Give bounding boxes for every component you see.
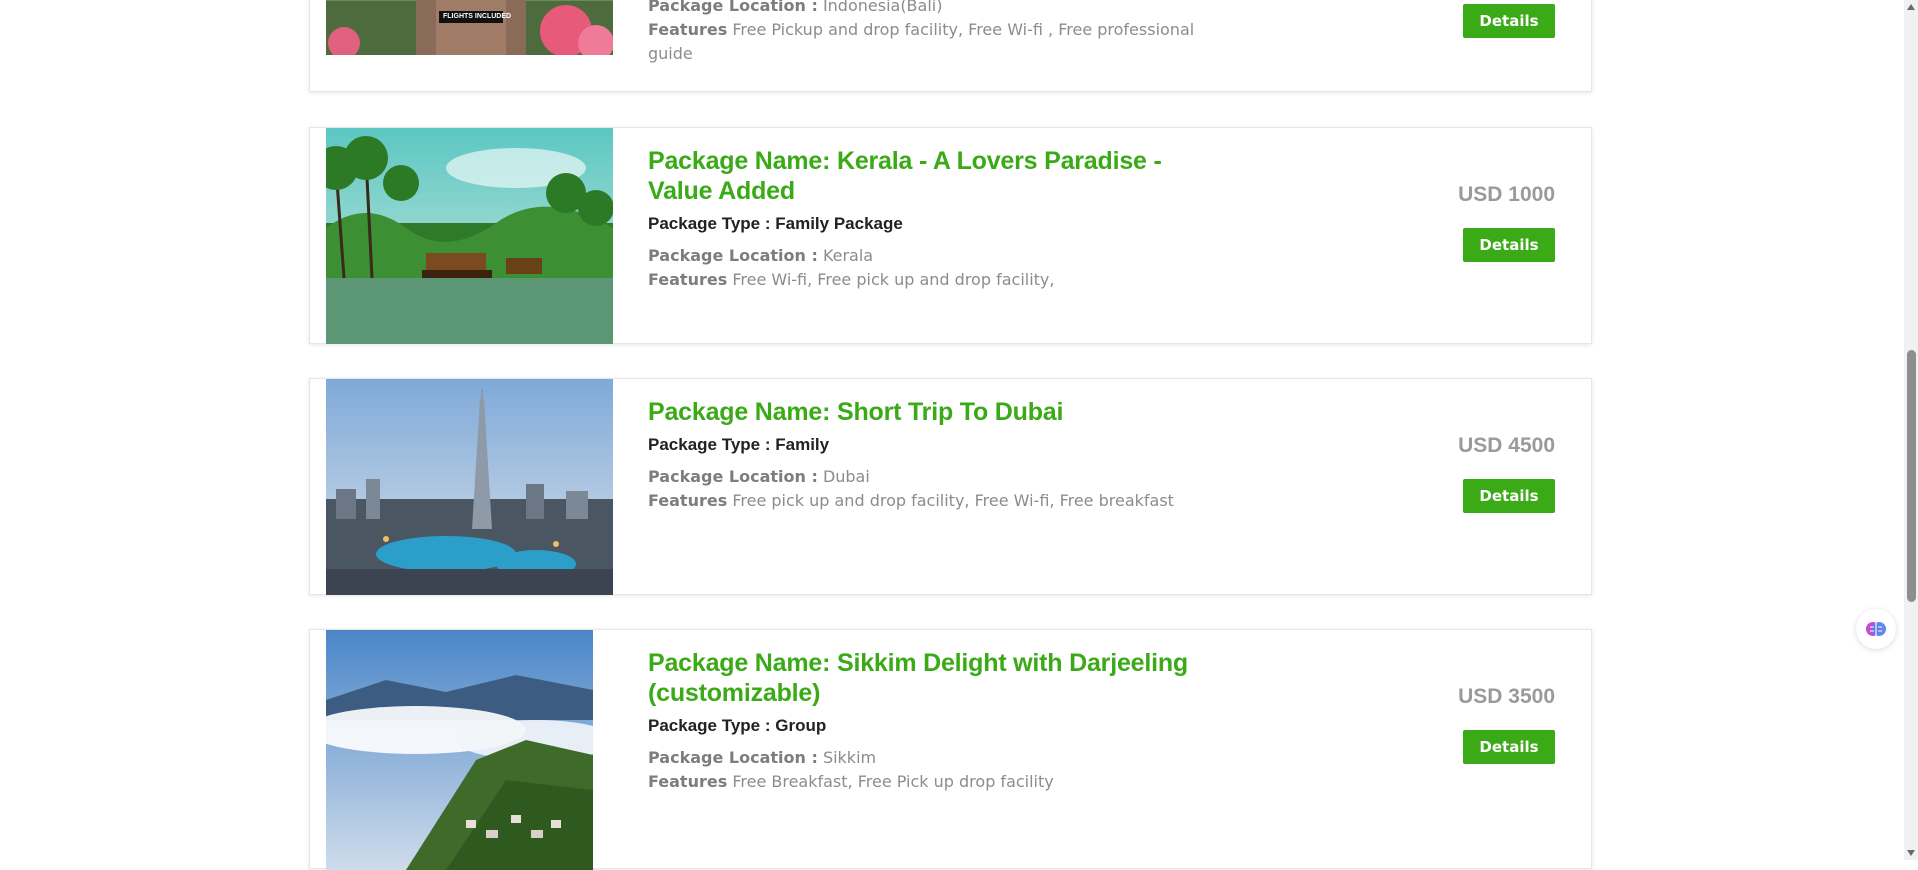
features-label: Features	[648, 772, 728, 791]
package-info: Package Location : Indonesia(Bali) Featu…	[648, 0, 1228, 66]
features-label: Features	[648, 270, 728, 289]
location-value: Sikkim	[822, 748, 877, 767]
package-price: USD 3500	[1458, 685, 1555, 708]
location-label: Package Location :	[648, 246, 818, 265]
package-name[interactable]: Package Name: Short Trip To Dubai	[648, 397, 1228, 427]
package-features: Features Free pick up and drop facility,…	[648, 489, 1228, 513]
details-button[interactable]: Details	[1463, 730, 1555, 764]
features-value: Free Pickup and drop facility, Free Wi-f…	[648, 20, 1195, 63]
package-image-sikkim[interactable]	[326, 630, 593, 870]
package-price: USD 4500	[1458, 434, 1555, 457]
package-price: USD 1000	[1458, 183, 1555, 206]
details-button[interactable]: Details	[1463, 479, 1555, 513]
package-info: Package Name: Sikkim Delight with Darjee…	[648, 648, 1228, 794]
package-info: Package Name: Short Trip To Dubai Packag…	[648, 397, 1228, 513]
package-location: Package Location : Sikkim	[648, 746, 1228, 770]
package-features: Features Free Breakfast, Free Pick up dr…	[648, 770, 1228, 794]
package-card-dubai: Package Name: Short Trip To Dubai Packag…	[309, 378, 1592, 595]
package-image-bali[interactable]: FLIGHTS INCLUDED	[326, 0, 613, 55]
scroll-down-button[interactable]	[1904, 846, 1918, 860]
features-value: Free Wi-fi, Free pick up and drop facili…	[732, 270, 1055, 289]
package-type: Package Type : Group	[648, 716, 827, 735]
package-features: Features Free Wi-fi, Free pick up and dr…	[648, 268, 1228, 292]
package-list-page: FLIGHTS INCLUDED Package Location : Indo…	[0, 0, 1904, 870]
package-location: Package Location : Dubai	[648, 465, 1228, 489]
features-label: Features	[648, 491, 728, 510]
features-value: Free pick up and drop facility, Free Wi-…	[732, 491, 1174, 510]
package-type: Package Type : Family Package	[648, 214, 903, 233]
features-label: Features	[648, 20, 728, 39]
location-label: Package Location :	[648, 467, 818, 486]
triangle-up-icon	[1907, 4, 1915, 10]
features-value: Free Breakfast, Free Pick up drop facili…	[732, 772, 1054, 791]
package-image-kerala[interactable]	[326, 128, 613, 344]
package-features: Features Free Pickup and drop facility, …	[648, 18, 1228, 66]
location-label: Package Location :	[648, 748, 818, 767]
package-image-dubai[interactable]	[326, 379, 613, 595]
scrollbar-thumb[interactable]	[1907, 350, 1916, 602]
scroll-up-button[interactable]	[1904, 0, 1918, 14]
assistant-button[interactable]	[1856, 609, 1896, 649]
package-info: Package Name: Kerala - A Lovers Paradise…	[648, 146, 1228, 292]
package-card-sikkim: Package Name: Sikkim Delight with Darjee…	[309, 629, 1592, 870]
package-name[interactable]: Package Name: Sikkim Delight with Darjee…	[648, 648, 1228, 708]
package-card-bali: FLIGHTS INCLUDED Package Location : Indo…	[309, 0, 1592, 92]
details-button[interactable]: Details	[1463, 4, 1555, 38]
package-name[interactable]: Package Name: Kerala - A Lovers Paradise…	[648, 146, 1228, 206]
brain-icon	[1866, 622, 1886, 636]
package-location: Package Location : Indonesia(Bali)	[648, 0, 1228, 18]
package-card-kerala: Package Name: Kerala - A Lovers Paradise…	[309, 127, 1592, 344]
location-value: Indonesia(Bali)	[822, 0, 943, 15]
location-label: Package Location :	[648, 0, 818, 15]
image-caption: FLIGHTS INCLUDED	[443, 13, 512, 20]
triangle-down-icon	[1907, 850, 1915, 856]
package-location: Package Location : Kerala	[648, 244, 1228, 268]
location-value: Kerala	[822, 246, 874, 265]
location-value: Dubai	[822, 467, 870, 486]
package-type: Package Type : Family	[648, 435, 830, 454]
details-button[interactable]: Details	[1463, 228, 1555, 262]
vertical-scrollbar[interactable]	[1904, 0, 1918, 860]
